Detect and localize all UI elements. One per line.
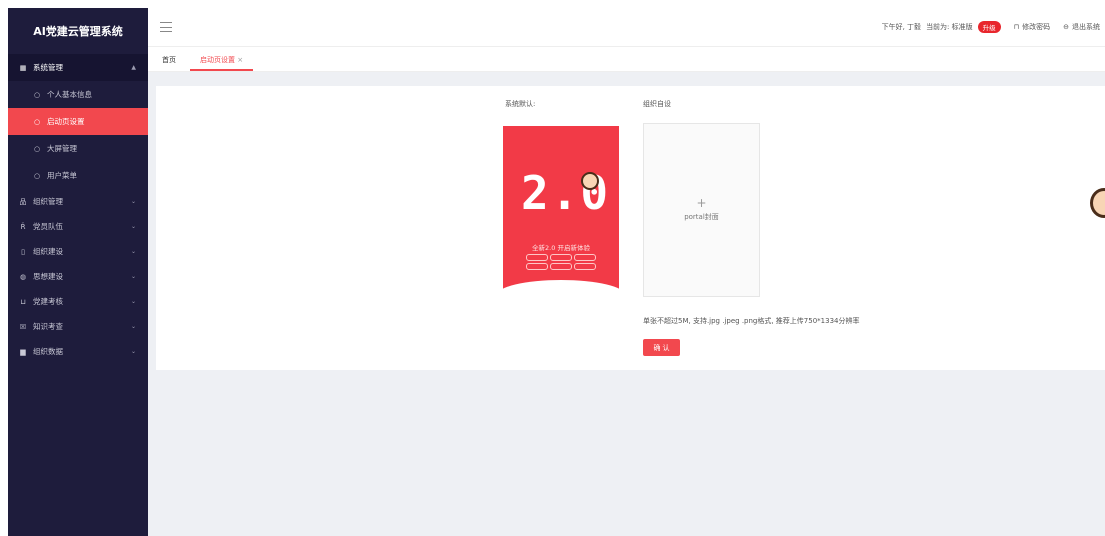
app-title: AI党建云管理系统	[33, 25, 123, 38]
plus-icon: +	[696, 196, 707, 210]
tab-bar: 首页 启动页设置 ×	[148, 47, 1105, 72]
sidebar-item-label: 组织管理	[33, 197, 63, 206]
top-bar: 下午好, 丁毅 当前为: 标准版 升级 ⊓ 修改密码 ⊖ 退出系统	[148, 8, 1105, 47]
poster-tags	[517, 254, 605, 270]
bar-chart-icon: ⊔	[20, 297, 26, 306]
sidebar-item-label: 党员队伍	[33, 222, 63, 231]
chevron-down-icon: ⌄	[130, 273, 136, 280]
poster-caption: 全新2.0 开启新体验	[532, 244, 590, 252]
sidebar-item-assessment[interactable]: ⊔ 党建考核 ⌄	[8, 289, 148, 314]
cloud-decoration	[503, 280, 619, 302]
custom-label: 组织自设	[643, 100, 671, 108]
top-right-area: 下午好, 丁毅 当前为: 标准版 升级 ⊓ 修改密码 ⊖ 退出系统	[882, 8, 1105, 46]
sidebar-item-label: 党建考核	[33, 297, 63, 306]
globe-icon: ◍	[19, 272, 27, 281]
logout-icon: ⊖	[1063, 23, 1069, 31]
sidebar: AI党建云管理系统 ▦ 系统管理 ▲ ○ 个人基本信息 ○ 启动页设置 ○ 大屏…	[8, 8, 148, 536]
change-password-link[interactable]: 修改密码	[1022, 22, 1050, 32]
sidebar-item-knowledge[interactable]: ☒ 知识考查 ⌄	[8, 314, 148, 339]
chevron-up-icon: ▲	[131, 64, 136, 71]
sidebar-item-label: 用户菜单	[47, 171, 77, 180]
circle-icon: ○	[33, 90, 41, 99]
sidebar-item-members[interactable]: Ř 党员队伍 ⌄	[8, 214, 148, 239]
sidebar-item-screen-manage[interactable]: ○ 大屏管理	[8, 135, 148, 162]
tab-label: 启动页设置	[200, 56, 235, 64]
default-splash-poster: 2.0 全新2.0 开启新体验	[503, 126, 619, 302]
sidebar-item-profile[interactable]: ○ 个人基本信息	[8, 81, 148, 108]
tab-splash-settings[interactable]: 启动页设置 ×	[190, 55, 254, 71]
mascot-icon	[581, 172, 599, 190]
circle-icon: ○	[33, 117, 41, 126]
chevron-down-icon: ⌄	[130, 248, 136, 255]
chevron-down-icon: ⌄	[130, 198, 136, 205]
sidebar-item-label: 组织建设	[33, 247, 63, 256]
confirm-button[interactable]: 确 认	[643, 339, 680, 356]
greeting-text: 下午好, 丁毅	[881, 23, 922, 31]
cover-upload-box[interactable]: + portal封面	[643, 123, 760, 297]
sidebar-item-org-data[interactable]: ▆ 组织数据 ⌄	[8, 339, 148, 364]
chevron-down-icon: ⌄	[130, 348, 136, 355]
sidebar-item-label: 知识考查	[33, 322, 63, 331]
sidebar-item-label: 大屏管理	[47, 144, 77, 153]
edition-text: 当前为: 标准版	[926, 23, 973, 31]
circle-icon: ○	[33, 171, 41, 180]
checklist-icon: ☒	[19, 322, 27, 331]
chevron-down-icon: ⌄	[130, 298, 136, 305]
sidebar-item-ideology[interactable]: ◍ 思想建设 ⌄	[8, 264, 148, 289]
sidebar-item-label: 组织数据	[33, 347, 63, 356]
close-icon[interactable]: ×	[237, 56, 243, 64]
person-icon: Ř	[20, 222, 26, 231]
content-card	[156, 86, 1105, 370]
document-icon: ▯	[21, 247, 25, 256]
lock-icon: ⊓	[1013, 23, 1020, 31]
grid-icon: ▦	[19, 63, 27, 72]
default-label: 系统默认:	[505, 100, 536, 108]
sidebar-item-splash-settings[interactable]: ○ 启动页设置	[8, 108, 148, 135]
sidebar-item-org-manage[interactable]: 品 组织管理 ⌄	[8, 189, 148, 214]
logout-link[interactable]: 退出系统	[1072, 22, 1100, 32]
sidebar-group-label: 系统管理	[33, 63, 63, 72]
sidebar-group-system[interactable]: ▦ 系统管理 ▲	[8, 54, 148, 81]
circle-icon: ○	[33, 144, 41, 153]
chevron-down-icon: ⌄	[130, 323, 136, 330]
upgrade-badge[interactable]: 升级	[977, 21, 1001, 33]
sidebar-item-label: 启动页设置	[47, 117, 85, 126]
menu-toggle-icon[interactable]	[160, 22, 172, 32]
org-chart-icon: 品	[19, 197, 27, 206]
sidebar-item-label: 个人基本信息	[47, 90, 92, 99]
upload-hint: 单张不超过5M, 支持.jpg .jpeg .png格式, 推荐上传750*13…	[643, 317, 860, 325]
sidebar-item-user-menu[interactable]: ○ 用户菜单	[8, 162, 148, 189]
sidebar-item-org-build[interactable]: ▯ 组织建设 ⌄	[8, 239, 148, 264]
sidebar-item-label: 思想建设	[33, 272, 63, 281]
upload-label: portal封面	[684, 213, 719, 221]
chevron-down-icon: ⌄	[130, 223, 136, 230]
data-icon: ▆	[20, 347, 26, 356]
tab-home[interactable]: 首页	[152, 55, 186, 71]
